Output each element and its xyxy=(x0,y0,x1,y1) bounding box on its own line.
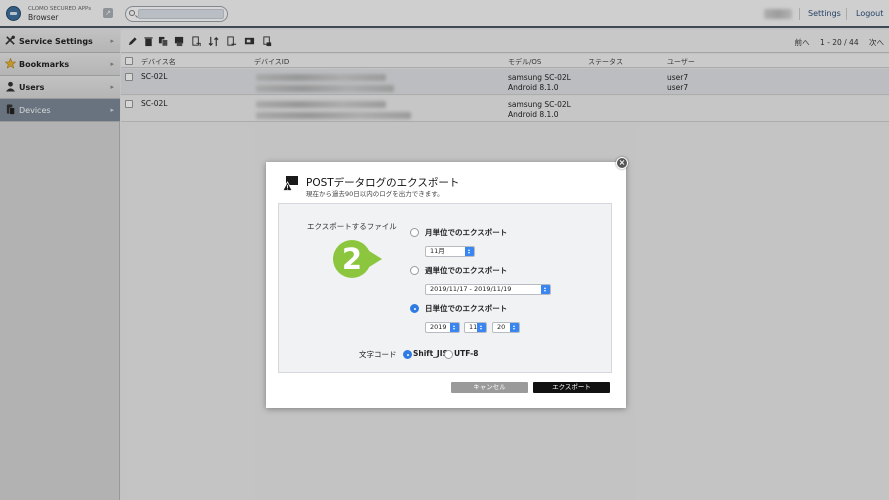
day-select-value: 20 xyxy=(497,323,506,331)
select-arrow-icon xyxy=(465,247,474,256)
day-select[interactable]: 20 xyxy=(492,322,520,333)
utf8-label: UTF-8 xyxy=(454,349,479,358)
select-arrow-icon xyxy=(477,323,486,332)
close-icon[interactable]: × xyxy=(616,157,628,169)
step-badge-2: 2 xyxy=(333,240,382,278)
export-dialog: POSTデータログのエクスポート 現在から過去90日以内のログを出力できます。 … xyxy=(266,162,626,408)
monthly-export-radio[interactable] xyxy=(410,228,419,237)
charset-label: 文字コード xyxy=(359,350,397,359)
utf8-radio[interactable] xyxy=(444,350,453,359)
month-select[interactable]: 11月 xyxy=(425,246,475,257)
select-arrow-icon xyxy=(541,285,550,294)
week-select[interactable]: 2019/11/17 - 2019/11/19 xyxy=(425,284,551,295)
select-arrow-icon xyxy=(450,323,459,332)
log-export-icon xyxy=(282,176,298,191)
cancel-button[interactable]: キャンセル xyxy=(451,382,528,393)
daily-export-label: 日単位でのエクスポート xyxy=(425,304,508,313)
export-button[interactable]: エクスポート xyxy=(533,382,610,393)
dialog-subtitle: 現在から過去90日以内のログを出力できます。 xyxy=(306,190,444,198)
shift-jis-label: Shift_JIS xyxy=(413,349,448,358)
daily-export-radio[interactable] xyxy=(410,304,419,313)
year-select-value: 2019 xyxy=(430,323,447,331)
step-badge-number: 2 xyxy=(342,242,362,276)
month-select-value: 11月 xyxy=(430,247,445,255)
month-day-select[interactable]: 11 xyxy=(464,322,487,333)
year-select[interactable]: 2019 xyxy=(425,322,460,333)
select-arrow-icon xyxy=(510,323,519,332)
week-select-value: 2019/11/17 - 2019/11/19 xyxy=(430,285,512,293)
weekly-export-label: 週単位でのエクスポート xyxy=(425,266,508,275)
monthly-export-label: 月単位でのエクスポート xyxy=(425,228,508,237)
shift-jis-radio[interactable] xyxy=(403,350,412,359)
export-file-label: エクスポートするファイル xyxy=(307,222,397,231)
weekly-export-radio[interactable] xyxy=(410,266,419,275)
export-options-panel: エクスポートするファイル 2 月単位でのエクスポート 11月 週単位でのエクスポ… xyxy=(278,203,612,373)
